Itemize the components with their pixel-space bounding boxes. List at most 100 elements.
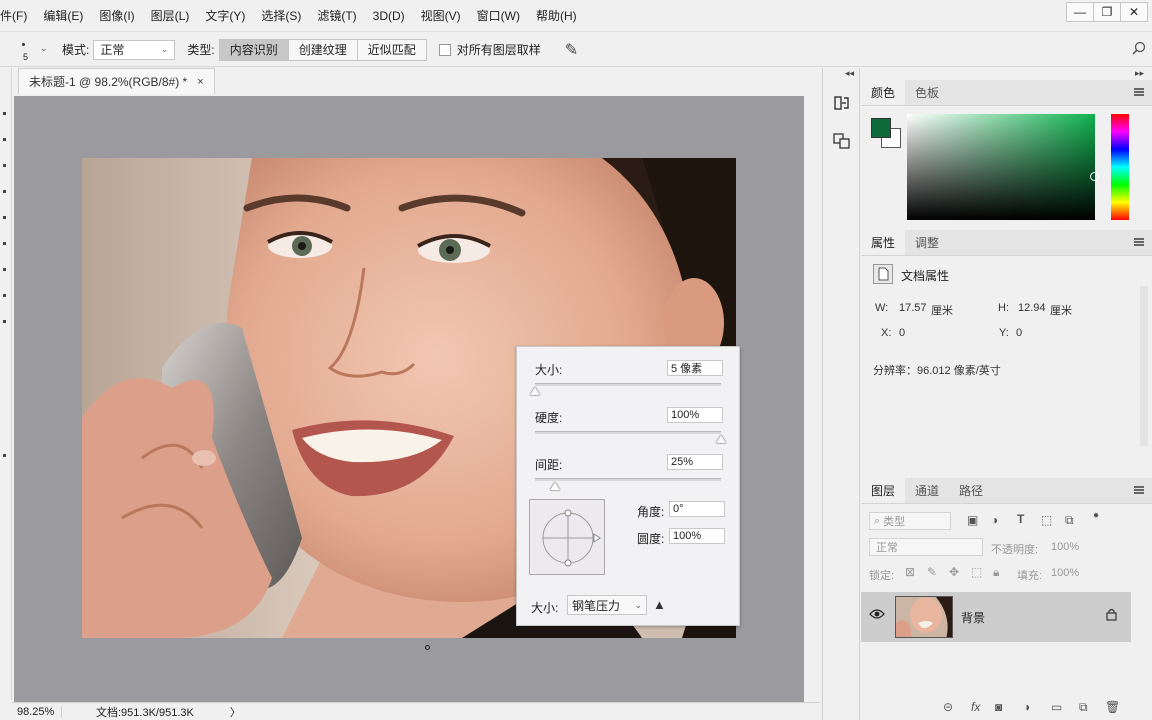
menu-help[interactable]: 帮助(H)	[528, 7, 585, 24]
lock-artboard-icon[interactable]: ⬚	[971, 565, 982, 579]
tab-paths[interactable]: 路径	[949, 478, 993, 503]
minimize-button[interactable]: —	[1066, 2, 1094, 22]
restore-button[interactable]: ❐	[1093, 2, 1121, 22]
blend-mode-select[interactable]: 正常	[869, 538, 983, 556]
spacing-slider-thumb[interactable]	[550, 482, 561, 490]
lock-pixels-icon[interactable]: ✎	[927, 565, 937, 579]
menu-layer[interactable]: 图层(L)	[143, 7, 198, 24]
layer-filter-select[interactable]: ⌕ 类型	[869, 512, 951, 530]
filter-pixel-icon[interactable]: ▣	[967, 513, 978, 527]
tab-adjustments[interactable]: 调整	[905, 230, 949, 255]
menu-3d[interactable]: 3D(D)	[365, 9, 413, 23]
sample-all-layers-checkbox[interactable]	[438, 43, 451, 56]
menu-file[interactable]: 件(F)	[0, 7, 35, 24]
tool-icon[interactable]	[3, 294, 6, 297]
filter-adjustment-icon[interactable]: ◑	[991, 513, 998, 527]
type-proximity-match-button[interactable]: 近似匹配	[357, 39, 426, 60]
clone-source-panel-icon[interactable]	[833, 132, 851, 150]
folder-icon[interactable]: ▭	[1051, 700, 1062, 714]
status-menu-arrow[interactable]: 〉	[230, 704, 241, 720]
fill-label: 填充:	[1017, 570, 1043, 582]
height-value[interactable]: 12.94	[1018, 302, 1046, 314]
lock-position-icon[interactable]: ✥	[949, 565, 959, 579]
type-create-texture-button[interactable]: 创建纹理	[288, 39, 358, 60]
width-unit: 厘米	[931, 305, 953, 317]
eye-icon[interactable]	[869, 608, 885, 623]
panel-menu-icon[interactable]	[1134, 486, 1144, 494]
hue-slider[interactable]	[1111, 114, 1129, 220]
roundness-field[interactable]: 100%	[669, 528, 725, 544]
menu-select[interactable]: 选择(S)	[253, 7, 309, 24]
menu-type[interactable]: 文字(Y)	[197, 7, 253, 24]
tool-icon[interactable]	[3, 216, 6, 219]
tab-color[interactable]: 颜色	[861, 80, 906, 105]
tool-icon[interactable]	[3, 190, 6, 193]
trash-icon[interactable]: 🗑︎	[1105, 700, 1120, 714]
foreground-color-swatch[interactable]	[871, 118, 891, 138]
size-field[interactable]: 5 像素	[667, 360, 723, 376]
close-tab-icon[interactable]: ×	[197, 76, 203, 88]
size-slider-thumb[interactable]	[530, 387, 540, 395]
new-layer-icon[interactable]: ⧉	[1079, 700, 1088, 715]
brush-preset-picker[interactable]: 5 ⌄	[14, 35, 54, 65]
mode-select[interactable]: 正常 ⌄	[93, 39, 176, 60]
fx-icon[interactable]: fx	[971, 700, 980, 714]
hardness-field[interactable]: 100%	[667, 407, 723, 423]
angle-field[interactable]: 0°	[669, 501, 725, 517]
layer-row[interactable]: 背景	[861, 592, 1131, 642]
document-tab[interactable]: 未标题-1 @ 98.2%(RGB/8#) * ×	[18, 68, 215, 94]
filter-type-icon[interactable]: T	[1017, 512, 1024, 526]
spacing-field[interactable]: 25%	[667, 454, 723, 470]
layers-footer: ⊝ fx ◙ ◑ ▭ ⧉ 🗑︎	[861, 700, 1152, 720]
collapse-arrows-icon[interactable]: ◂◂	[845, 68, 854, 79]
search-icon[interactable]	[1132, 41, 1146, 58]
tool-icon[interactable]	[3, 454, 6, 457]
filter-toggle-icon[interactable]: ●	[1093, 510, 1099, 521]
tool-icon[interactable]	[3, 320, 6, 323]
zoom-level-field[interactable]: 98.25%	[12, 705, 62, 718]
size-slider-track[interactable]	[535, 383, 721, 386]
menu-image[interactable]: 图像(I)	[91, 7, 142, 24]
opacity-value[interactable]: 100%	[1051, 541, 1079, 553]
filter-shape-icon[interactable]: ⬚	[1041, 513, 1052, 527]
mask-icon[interactable]: ◙	[995, 700, 1002, 714]
tool-icon[interactable]	[3, 112, 6, 115]
tab-properties[interactable]: 属性	[861, 230, 906, 255]
tab-swatches[interactable]: 色板	[905, 80, 949, 105]
properties-scrollbar[interactable]	[1140, 286, 1148, 446]
history-panel-icon[interactable]	[833, 94, 851, 112]
menu-window[interactable]: 窗口(W)	[469, 7, 528, 24]
tab-layers[interactable]: 图层	[861, 478, 906, 503]
lock-all-icon[interactable]: 🔒︎	[993, 565, 999, 580]
menu-edit[interactable]: 编辑(E)	[35, 7, 91, 24]
y-value[interactable]: 0	[1016, 327, 1022, 339]
panel-menu-icon[interactable]	[1134, 88, 1144, 96]
x-value[interactable]: 0	[899, 327, 905, 339]
tool-icon[interactable]	[3, 242, 6, 245]
spacing-slider-track[interactable]	[535, 478, 721, 481]
type-content-aware-button[interactable]: 内容识别	[219, 39, 289, 60]
hardness-slider-track[interactable]	[535, 431, 721, 434]
brush-angle-preview[interactable]	[529, 499, 605, 575]
menu-filter[interactable]: 滤镜(T)	[309, 7, 364, 24]
link-icon[interactable]: ⊝	[943, 700, 953, 714]
panel-menu-icon[interactable]	[1134, 238, 1144, 246]
color-field[interactable]	[907, 114, 1099, 220]
pressure-brush-icon[interactable]: ✎	[565, 40, 578, 60]
expand-arrows-icon[interactable]: ▸▸	[1135, 68, 1144, 79]
width-value[interactable]: 17.57	[899, 302, 927, 314]
menu-view[interactable]: 视图(V)	[413, 7, 469, 24]
fill-value[interactable]: 100%	[1051, 567, 1079, 579]
filter-smart-object-icon[interactable]: ⧉	[1065, 513, 1074, 528]
hardness-slider-thumb[interactable]	[716, 435, 726, 443]
close-button[interactable]: ✕	[1120, 2, 1148, 22]
size-control-select[interactable]: 钢笔压力 ⌄	[567, 595, 647, 615]
tool-icon[interactable]	[3, 164, 6, 167]
layer-name[interactable]: 背景	[961, 609, 985, 626]
tab-channels[interactable]: 通道	[905, 478, 949, 503]
tool-icon[interactable]	[3, 268, 6, 271]
layer-filter-value: 类型	[883, 516, 906, 528]
lock-transparent-icon[interactable]: ⊠	[905, 565, 915, 579]
tool-icon[interactable]	[3, 138, 6, 141]
adjustment-icon[interactable]: ◑	[1023, 700, 1030, 714]
